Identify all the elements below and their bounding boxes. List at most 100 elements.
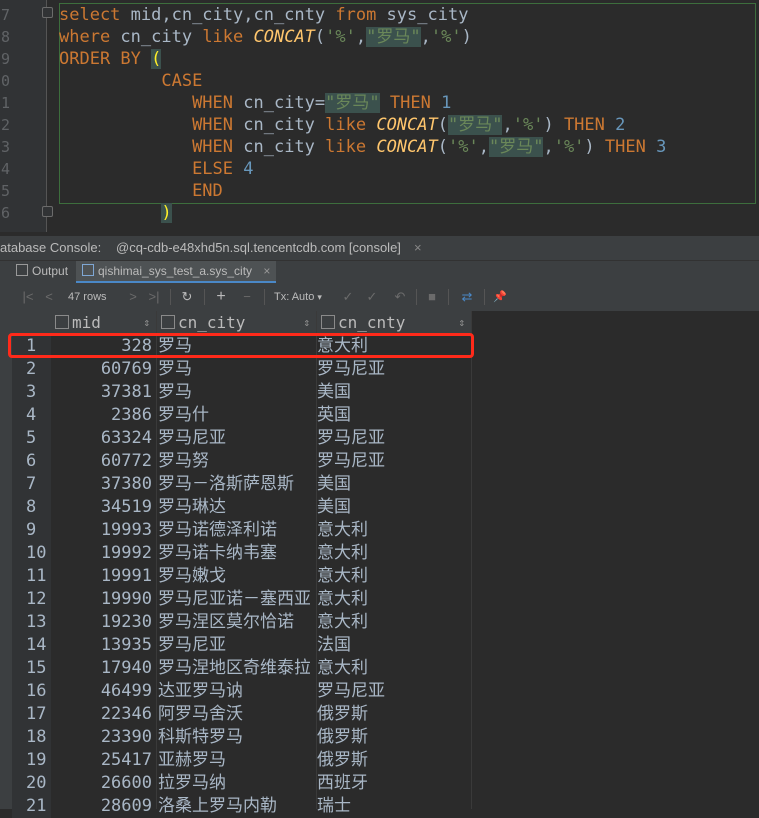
cell-cn_cnty[interactable]: 意大利 — [317, 588, 469, 611]
code-line[interactable]: 4 ELSE 4 — [0, 158, 759, 180]
refresh-icon[interactable]: ↻ — [178, 288, 196, 306]
cell-cn_city[interactable]: 罗马诺德泽利诺 — [158, 519, 310, 542]
cell-cn_city[interactable]: 罗马 — [158, 358, 310, 381]
table-row[interactable]: 17 22346 阿罗马舍沃 俄罗斯 — [12, 703, 472, 726]
close-icon[interactable]: × — [263, 264, 270, 278]
pin-icon[interactable]: 📌 — [492, 288, 508, 306]
cell-cn_city[interactable]: 达亚罗马讷 — [158, 680, 310, 703]
table-row[interactable]: 14 13935 罗马尼亚 法国 — [12, 634, 472, 657]
cell-cn_cnty[interactable]: 俄罗斯 — [317, 703, 469, 726]
row-count[interactable]: 47 rows — [68, 288, 107, 306]
commit-icon[interactable]: ✓ — [340, 288, 356, 306]
table-row[interactable]: 11 19991 罗马嫩戈 意大利 — [12, 565, 472, 588]
cell-cn_cnty[interactable]: 意大利 — [317, 657, 469, 680]
fold-marker-icon[interactable] — [42, 206, 53, 217]
cell-cn_cnty[interactable]: 法国 — [317, 634, 469, 657]
table-row[interactable]: 19 25417 亚赫罗马 俄罗斯 — [12, 749, 472, 772]
cell-cn_city[interactable]: 科斯特罗马 — [158, 726, 310, 749]
table-row[interactable]: 21 28609 洛桑上罗马内勒 瑞士 — [12, 795, 472, 818]
code-line[interactable]: 7 select mid,cn_city,cn_cnty from sys_cit… — [0, 4, 759, 26]
code-line[interactable]: 1 WHEN cn_city="罗马" THEN 1 — [0, 92, 759, 114]
cell-cn_city[interactable]: 罗马 — [158, 381, 310, 404]
cell-mid[interactable]: 60769 — [51, 358, 152, 381]
cell-cn_city[interactable]: 罗马尼亚 — [158, 427, 310, 450]
remove-row-icon[interactable]: − — [238, 288, 256, 306]
cell-cn_cnty[interactable]: 美国 — [317, 473, 469, 496]
check-icon[interactable]: ✓ — [364, 288, 380, 306]
tab-result[interactable]: qishimai_sys_test_a.sys_city × — [76, 261, 277, 283]
cell-cn_city[interactable]: 罗马琳达 — [158, 496, 310, 519]
cell-cn_city[interactable]: 罗马涅地区奇维泰拉 — [158, 657, 310, 680]
table-row[interactable]: 2 60769 罗马 罗马尼亚 — [12, 358, 472, 381]
table-row[interactable]: 13 19230 罗马涅区莫尔恰诺 意大利 — [12, 611, 472, 634]
tab-output[interactable]: Output — [16, 261, 68, 283]
cell-cn_city[interactable]: 洛桑上罗马内勒 — [158, 795, 310, 818]
cell-cn_city[interactable]: 罗马努 — [158, 450, 310, 473]
code-line[interactable]: 8 where cn_city like CONCAT('%',"罗马",'%') — [0, 26, 759, 48]
cell-cn_city[interactable]: 阿罗马舍沃 — [158, 703, 310, 726]
cell-cn_cnty[interactable]: 罗马尼亚 — [317, 358, 469, 381]
table-row[interactable]: 3 37381 罗马 美国 — [12, 381, 472, 404]
cell-cn_cnty[interactable]: 意大利 — [317, 542, 469, 565]
cell-cn_city[interactable]: 拉罗马纳 — [158, 772, 310, 795]
table-row[interactable]: 18 23390 科斯特罗马 俄罗斯 — [12, 726, 472, 749]
cell-cn_city[interactable]: 罗马－洛斯萨恩斯 — [158, 473, 310, 496]
table-row[interactable]: 4 2386 罗马什 英国 — [12, 404, 472, 427]
cell-mid[interactable]: 19230 — [51, 611, 152, 634]
cell-cn_city[interactable]: 罗马嫩戈 — [158, 565, 310, 588]
code-line[interactable]: 9 ORDER BY ( — [0, 48, 759, 70]
cell-mid[interactable]: 19992 — [51, 542, 152, 565]
cell-mid[interactable]: 37380 — [51, 473, 152, 496]
cell-cn_city[interactable]: 罗马尼亚 — [158, 634, 310, 657]
table-row[interactable]: 5 63324 罗马尼亚 罗马尼亚 — [12, 427, 472, 450]
sort-icon[interactable]: ⇕ — [458, 311, 465, 334]
cell-cn_city[interactable]: 罗马涅区莫尔恰诺 — [158, 611, 310, 634]
code-line[interactable]: 0 CASE — [0, 70, 759, 92]
cell-cn_cnty[interactable]: 俄罗斯 — [317, 749, 469, 772]
cell-mid[interactable]: 2386 — [51, 404, 152, 427]
table-row[interactable]: 6 60772 罗马努 罗马尼亚 — [12, 450, 472, 473]
cell-cn_city[interactable]: 亚赫罗马 — [158, 749, 310, 772]
cell-mid[interactable]: 63324 — [51, 427, 152, 450]
cell-cn_cnty[interactable]: 罗马尼亚 — [317, 427, 469, 450]
cell-cn_city[interactable]: 罗马尼亚诺－塞西亚 — [158, 588, 310, 611]
cell-mid[interactable]: 60772 — [51, 450, 152, 473]
cell-cn_cnty[interactable]: 意大利 — [317, 519, 469, 542]
cell-mid[interactable]: 23390 — [51, 726, 152, 749]
cell-mid[interactable]: 13935 — [51, 634, 152, 657]
cell-mid[interactable]: 19991 — [51, 565, 152, 588]
fold-marker-icon[interactable] — [42, 7, 53, 18]
table-row[interactable]: 7 37380 罗马－洛斯萨恩斯 美国 — [12, 473, 472, 496]
sort-icon[interactable]: ⇕ — [143, 311, 150, 334]
sql-editor[interactable]: 7 select mid,cn_city,cn_cnty from sys_cit… — [0, 0, 759, 232]
tx-mode-dropdown[interactable]: Tx: Auto ▾ — [274, 288, 322, 306]
code-line[interactable]: 3 WHEN cn_city like CONCAT('%',"罗马",'%')… — [0, 136, 759, 158]
table-row[interactable]: 9 19993 罗马诺德泽利诺 意大利 — [12, 519, 472, 542]
table-row[interactable]: 12 19990 罗马尼亚诺－塞西亚 意大利 — [12, 588, 472, 611]
table-row[interactable]: 20 26600 拉罗马纳 西班牙 — [12, 772, 472, 795]
add-row-icon[interactable]: + — [212, 288, 230, 306]
cell-cn_cnty[interactable]: 罗马尼亚 — [317, 450, 469, 473]
cell-cn_cnty[interactable]: 罗马尼亚 — [317, 680, 469, 703]
code-line[interactable]: 6 ) — [0, 202, 759, 224]
cell-mid[interactable]: 25417 — [51, 749, 152, 772]
cell-cn_cnty[interactable]: 英国 — [317, 404, 469, 427]
table-row[interactable]: 15 17940 罗马涅地区奇维泰拉 意大利 — [12, 657, 472, 680]
console-connection-tab[interactable]: @cq-cdb-e48xhd5n.sql.tencentcdb.com [con… — [116, 240, 401, 255]
column-header-cn_city[interactable]: cn_city ⇕ — [157, 311, 316, 335]
cell-cn_cnty[interactable]: 西班牙 — [317, 772, 469, 795]
code-line[interactable]: 5 END — [0, 180, 759, 202]
revert-icon[interactable]: ↶ — [392, 288, 408, 306]
cell-mid[interactable]: 34519 — [51, 496, 152, 519]
cell-cn_city[interactable]: 罗马诺卡纳韦塞 — [158, 542, 310, 565]
cell-mid[interactable]: 26600 — [51, 772, 152, 795]
cell-cn_city[interactable]: 罗马什 — [158, 404, 310, 427]
stop-icon[interactable]: ■ — [424, 288, 440, 306]
table-row[interactable]: 16 46499 达亚罗马讷 罗马尼亚 — [12, 680, 472, 703]
prev-page-icon[interactable]: < — [42, 288, 56, 306]
cell-mid[interactable]: 28609 — [51, 795, 152, 818]
cell-cn_cnty[interactable]: 俄罗斯 — [317, 726, 469, 749]
table-row[interactable]: 10 19992 罗马诺卡纳韦塞 意大利 — [12, 542, 472, 565]
code-line[interactable]: 2 WHEN cn_city like CONCAT("罗马",'%') THE… — [0, 114, 759, 136]
cell-cn_cnty[interactable]: 美国 — [317, 381, 469, 404]
